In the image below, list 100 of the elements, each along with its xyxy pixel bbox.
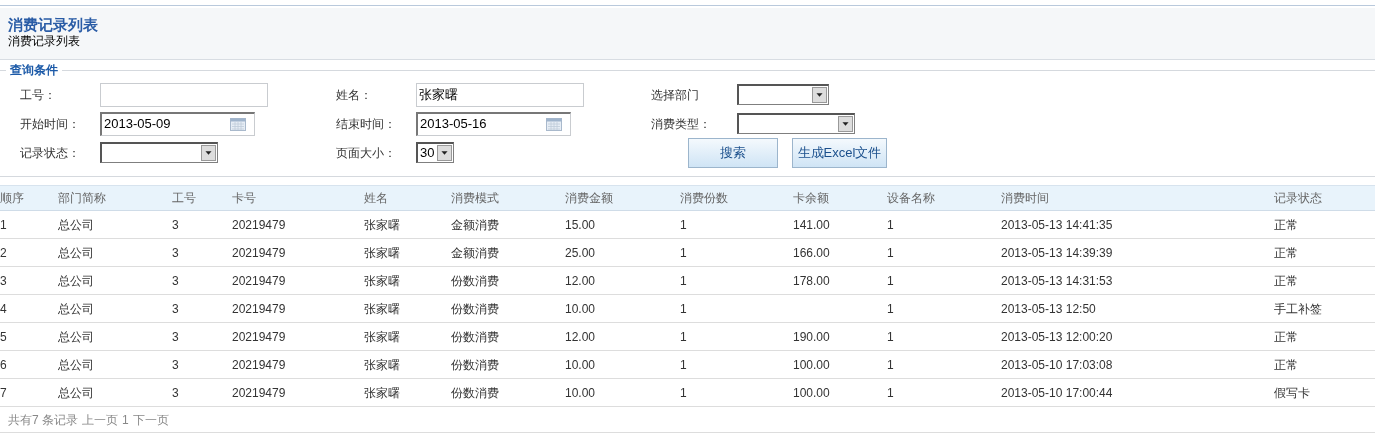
table-cell: 100.00 <box>793 350 887 379</box>
table-cell: 3 <box>172 378 232 407</box>
page-title: 消费记录列表 <box>8 16 99 34</box>
page-number[interactable]: 1 <box>122 410 129 429</box>
table-cell: 10.00 <box>565 350 680 379</box>
table-cell: 正常 <box>1274 350 1375 379</box>
column-header: 姓名 <box>364 185 451 211</box>
table-cell: 1 <box>887 210 1001 239</box>
column-header: 消费金额 <box>565 185 680 211</box>
table-cell: 7 <box>0 378 58 407</box>
table-cell: 20219479 <box>232 378 364 407</box>
column-header: 设备名称 <box>887 185 1001 211</box>
table-cell: 10.00 <box>565 378 680 407</box>
column-header: 顺序 <box>0 185 58 211</box>
prev-page-link[interactable]: 上一页 <box>82 410 118 429</box>
field-label: 消费类型： <box>651 115 712 133</box>
table-cell: 2013-05-13 14:31:53 <box>1001 266 1274 295</box>
table-cell: 正常 <box>1274 322 1375 351</box>
table-cell: 10.00 <box>565 294 680 323</box>
table-cell: 20219479 <box>232 350 364 379</box>
table-cell: 张家曙 <box>364 322 451 351</box>
table-cell: 2013-05-13 14:41:35 <box>1001 210 1274 239</box>
table-cell: 3 <box>172 322 232 351</box>
table-cell: 1 <box>0 210 58 239</box>
column-header: 消费模式 <box>451 185 565 211</box>
field-label: 工号： <box>20 86 57 104</box>
table-cell: 正常 <box>1274 210 1375 239</box>
table-cell: 3 <box>172 266 232 295</box>
table-cell: 总公司 <box>58 266 172 295</box>
select-field[interactable] <box>100 142 218 163</box>
date-field[interactable]: 2013-05-16 <box>416 111 571 136</box>
column-header: 工号 <box>172 185 232 211</box>
table-cell: 1 <box>680 294 793 323</box>
table-cell: 5 <box>0 322 58 351</box>
field-label: 选择部门 <box>651 86 700 104</box>
table-cell: 1 <box>887 294 1001 323</box>
text-field[interactable] <box>100 82 268 107</box>
table-cell: 正常 <box>1274 238 1375 267</box>
column-header: 卡号 <box>232 185 364 211</box>
table-cell: 20219479 <box>232 210 364 239</box>
select-field[interactable] <box>737 113 855 134</box>
export-button[interactable]: 生成Excel文件 <box>792 137 887 168</box>
table-cell: 张家曙 <box>364 294 451 323</box>
table-cell: 金额消费 <box>451 238 565 267</box>
select-field[interactable] <box>737 84 829 105</box>
table-cell: 份数消费 <box>451 350 565 379</box>
table-cell: 张家曙 <box>364 378 451 407</box>
table-cell: 1 <box>680 378 793 407</box>
table-cell: 份数消费 <box>451 322 565 351</box>
date-field[interactable]: 2013-05-09 <box>100 111 255 136</box>
table-cell: 100.00 <box>793 378 887 407</box>
table-cell: 2013-05-13 12:00:20 <box>1001 322 1274 351</box>
table-cell: 178.00 <box>793 266 887 295</box>
table-cell: 12.00 <box>565 266 680 295</box>
table-cell: 张家曙 <box>364 210 451 239</box>
table-cell: 总公司 <box>58 294 172 323</box>
table-cell: 12.00 <box>565 322 680 351</box>
table-cell: 张家曙 <box>364 350 451 379</box>
table-cell: 2 <box>0 238 58 267</box>
table-cell: 2013-05-10 17:00:44 <box>1001 378 1274 407</box>
select-field[interactable]: 30 <box>416 142 454 163</box>
table-cell: 20219479 <box>232 294 364 323</box>
table-cell: 1 <box>887 266 1001 295</box>
table-cell: 1 <box>680 322 793 351</box>
table-cell: 1 <box>680 210 793 239</box>
column-header: 消费时间 <box>1001 185 1274 211</box>
field-label: 记录状态： <box>20 144 81 162</box>
table-cell: 总公司 <box>58 322 172 351</box>
table-cell: 正常 <box>1274 266 1375 295</box>
table-cell: 3 <box>172 294 232 323</box>
table-cell: 1 <box>887 350 1001 379</box>
table-cell: 1 <box>680 266 793 295</box>
table-cell: 166.00 <box>793 238 887 267</box>
field-label: 页面大小： <box>336 144 397 162</box>
table-cell: 1 <box>887 322 1001 351</box>
table-cell: 2013-05-13 14:39:39 <box>1001 238 1274 267</box>
table-cell: 3 <box>0 266 58 295</box>
column-header: 消费份数 <box>680 185 793 211</box>
table-cell: 190.00 <box>793 322 887 351</box>
table-cell: 份数消费 <box>451 294 565 323</box>
table-cell: 份数消费 <box>451 266 565 295</box>
table-cell: 金额消费 <box>451 210 565 239</box>
field-label: 结束时间： <box>336 115 397 133</box>
text-field[interactable]: 张家曙 <box>416 82 584 107</box>
table-cell: 20219479 <box>232 266 364 295</box>
table-cell: 25.00 <box>565 238 680 267</box>
table-cell: 4 <box>0 294 58 323</box>
search-button[interactable]: 搜索 <box>688 137 778 168</box>
table-cell: 3 <box>172 210 232 239</box>
table-cell: 6 <box>0 350 58 379</box>
table-cell: 1 <box>680 238 793 267</box>
table-cell: 3 <box>172 238 232 267</box>
next-page-link[interactable]: 下一页 <box>132 410 169 429</box>
table-cell: 总公司 <box>58 350 172 379</box>
table-cell: 20219479 <box>232 322 364 351</box>
table-cell: 3 <box>172 350 232 379</box>
table-cell: 15.00 <box>565 210 680 239</box>
table-cell: 20219479 <box>232 238 364 267</box>
table-cell: 假写卡 <box>1274 378 1375 407</box>
table-cell: 1 <box>887 238 1001 267</box>
